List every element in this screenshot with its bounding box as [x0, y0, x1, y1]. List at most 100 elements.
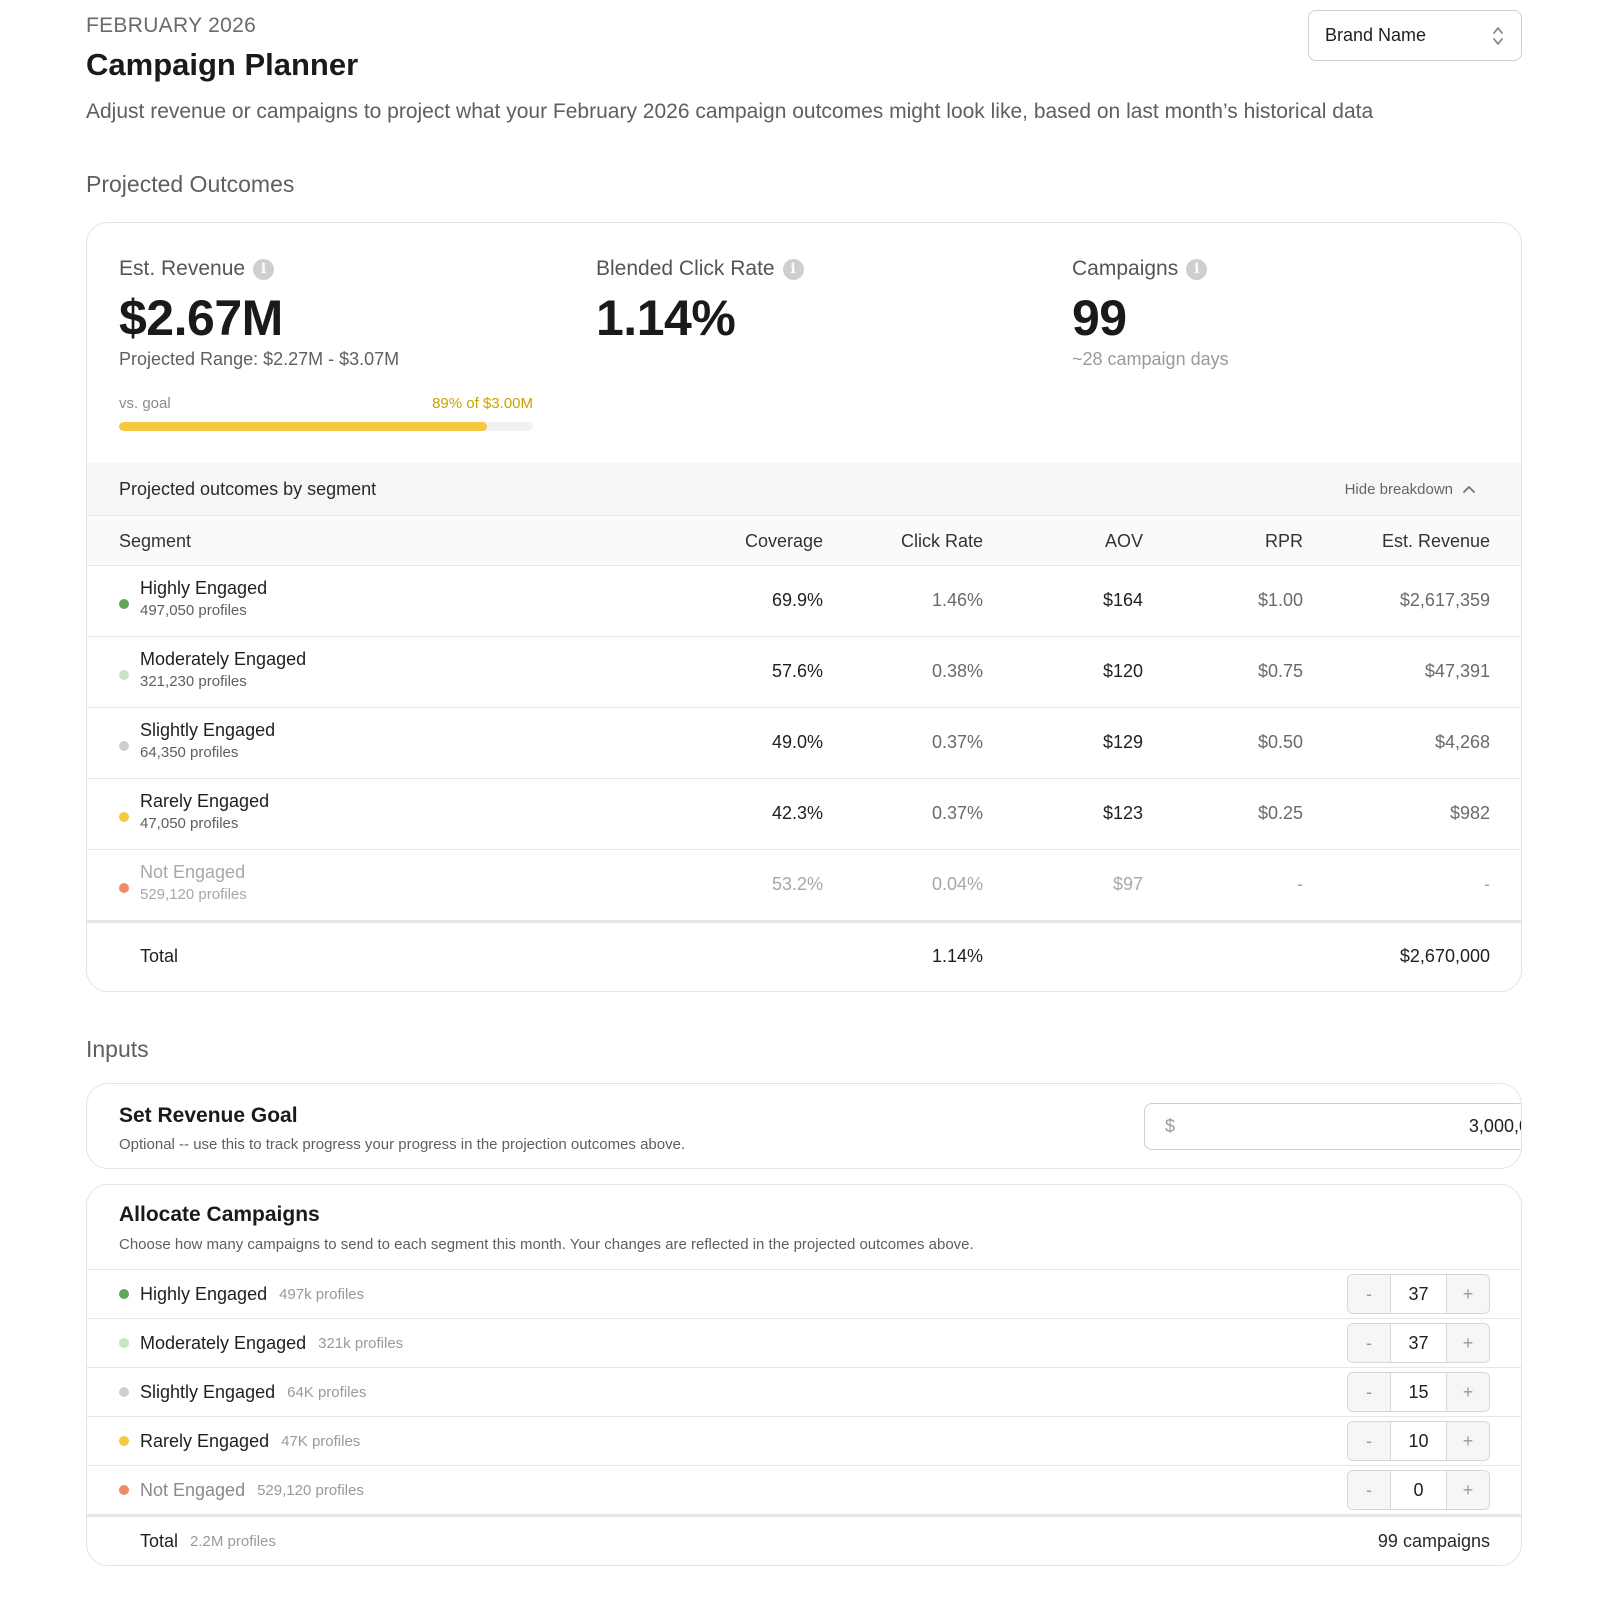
coverage-cell: 53.2% [771, 874, 823, 894]
total-profiles: 2.2M profiles [190, 1532, 276, 1550]
info-icon[interactable]: i [253, 258, 275, 280]
increment-button[interactable]: + [1447, 1324, 1489, 1362]
segment-name: Moderately Engaged [140, 649, 307, 669]
campaign-count-input[interactable]: 0 [1390, 1471, 1447, 1509]
click-rate-cell: 0.37% [931, 732, 983, 752]
campaign-count-input[interactable]: 37 [1390, 1324, 1447, 1362]
list-item: Not Engaged 529,120 profiles - 0 + [87, 1466, 1521, 1515]
campaign-count-input[interactable]: 15 [1390, 1373, 1447, 1411]
metric-campaigns: Campaigns i 99 ~28 campaign days [1072, 257, 1229, 370]
revenue-goal-card: Set Revenue Goal Optional -- use this to… [86, 1083, 1522, 1169]
total-campaigns: 99 campaigns [1377, 1530, 1490, 1551]
rpr-cell: $0.50 [1257, 732, 1303, 752]
click-rate-cell: 0.37% [931, 803, 983, 823]
metric-est-revenue: Est. Revenue i $2.67M Projected Range: $… [119, 257, 399, 370]
inputs-title: Inputs [86, 1036, 149, 1062]
metric-value: 1.14% [596, 290, 736, 346]
campaign-stepper: - 0 + [1347, 1470, 1490, 1510]
metric-subtext: ~28 campaign days [1072, 349, 1229, 369]
segment-name: Highly Engaged [140, 578, 268, 598]
table-row: Moderately Engaged 321,230 profiles 57.6… [87, 637, 1521, 708]
allocate-campaigns-description: Choose how many campaigns to send to eac… [119, 1236, 974, 1253]
click-rate-cell: 1.46% [931, 590, 983, 610]
breakdown-header: Projected outcomes by segment Hide break… [87, 463, 1521, 516]
segment-name: Rarely Engaged [140, 1430, 270, 1451]
revenue-goal-title: Set Revenue Goal [119, 1104, 298, 1127]
revenue-goal-value: 3,000,000 [1468, 1116, 1521, 1136]
metric-label: Campaigns [1072, 257, 1179, 280]
segment-cell: Not Engaged 529,120 profiles [119, 862, 247, 903]
metric-label: Blended Click Rate [596, 257, 775, 280]
list-item: Moderately Engaged 321k profiles - 37 + [87, 1319, 1521, 1368]
list-item: Slightly Engaged 64K profiles - 15 + [87, 1368, 1521, 1417]
revenue-cell: $4,268 [1434, 732, 1490, 752]
aov-cell: $164 [1102, 590, 1143, 610]
decrement-button[interactable]: - [1348, 1471, 1390, 1509]
table-header-row: Segment Coverage Click Rate AOV RPR Est.… [87, 516, 1521, 566]
rpr-cell: - [1297, 874, 1303, 894]
column-header[interactable]: RPR [1265, 531, 1303, 552]
segment-cell: Moderately Engaged 321,230 profiles [119, 649, 306, 690]
revenue-goal-input[interactable]: $ 3,000,000 [1144, 1103, 1521, 1150]
aov-cell: $129 [1102, 732, 1143, 752]
increment-button[interactable]: + [1447, 1275, 1489, 1313]
brand-select[interactable]: Brand Name [1308, 10, 1522, 61]
coverage-cell: 69.9% [771, 590, 823, 610]
coverage-cell: 57.6% [771, 661, 823, 681]
segment-name: Rarely Engaged [140, 791, 270, 811]
increment-button[interactable]: + [1447, 1422, 1489, 1460]
column-header[interactable]: Est. Revenue [1382, 531, 1490, 552]
table-row: Highly Engaged 497,050 profiles 69.9% 1.… [87, 566, 1521, 637]
segment-name: Highly Engaged [140, 1283, 268, 1304]
segment-dot [119, 1338, 129, 1348]
column-header[interactable]: Click Rate [901, 531, 983, 552]
segment-profiles: 47,050 profiles [140, 815, 239, 832]
aov-cell: $97 [1112, 874, 1143, 894]
info-icon[interactable]: i [1186, 258, 1208, 280]
projected-outcomes-card: Est. Revenue i $2.67M Projected Range: $… [86, 222, 1522, 992]
segment-profiles: 321,230 profiles [140, 673, 247, 690]
segment-cell: Highly Engaged 497,050 profiles [119, 578, 267, 619]
allocation-total-row: Total 2.2M profiles 99 campaigns [87, 1515, 1521, 1565]
segment-profiles: 529,120 profiles [257, 1481, 364, 1499]
column-header[interactable]: Segment [119, 531, 191, 552]
column-header[interactable]: AOV [1105, 531, 1143, 552]
column-header[interactable]: Coverage [745, 531, 823, 552]
decrement-button[interactable]: - [1348, 1373, 1390, 1411]
decrement-button[interactable]: - [1348, 1422, 1390, 1460]
revenue-cell: $47,391 [1424, 661, 1490, 681]
projected-outcomes-title: Projected Outcomes [86, 171, 295, 197]
goal-progress-labels: vs. goal 89% of $3.00M [119, 395, 533, 412]
table-row: Slightly Engaged 64,350 profiles 49.0% 0… [87, 708, 1521, 779]
breakdown-title: Projected outcomes by segment [119, 478, 377, 499]
segment-profiles: 497k profiles [279, 1285, 365, 1303]
segment-name: Slightly Engaged [140, 1381, 276, 1402]
increment-button[interactable]: + [1447, 1471, 1489, 1509]
info-icon[interactable]: i [782, 258, 804, 280]
segment-dot [119, 741, 129, 751]
segment-dot [119, 1485, 129, 1495]
segment-profiles: 529,120 profiles [140, 886, 247, 903]
revenue-goal-description: Optional -- use this to track progress y… [119, 1136, 686, 1153]
campaign-count-input[interactable]: 10 [1390, 1422, 1447, 1460]
list-item: Highly Engaged 497k profiles - 37 + [87, 1270, 1521, 1319]
revenue-cell: - [1484, 874, 1490, 894]
segment-cell: Slightly Engaged 64,350 profiles [119, 720, 275, 761]
total-revenue: $2,670,000 [1399, 946, 1490, 966]
page-description: Adjust revenue or campaigns to project w… [86, 100, 1374, 123]
campaign-stepper: - 15 + [1347, 1372, 1490, 1412]
decrement-button[interactable]: - [1348, 1324, 1390, 1362]
allocation-list: Highly Engaged 497k profiles - 37 + Mode… [87, 1269, 1521, 1565]
breakdown-table: Segment Coverage Click Rate AOV RPR Est.… [87, 516, 1521, 989]
segment-dot [119, 599, 129, 609]
goal-percent: 89% of $3.00M [432, 395, 533, 412]
campaign-count-input[interactable]: 37 [1390, 1275, 1447, 1313]
segment-dot [119, 1289, 129, 1299]
increment-button[interactable]: + [1447, 1373, 1489, 1411]
total-label: Total [140, 946, 179, 966]
segment-profiles: 64,350 profiles [140, 744, 239, 761]
decrement-button[interactable]: - [1348, 1275, 1390, 1313]
total-label: Total [140, 1530, 179, 1551]
list-item: Rarely Engaged 47K profiles - 10 + [87, 1417, 1521, 1466]
hide-breakdown-toggle[interactable]: Hide breakdown [1345, 481, 1475, 498]
